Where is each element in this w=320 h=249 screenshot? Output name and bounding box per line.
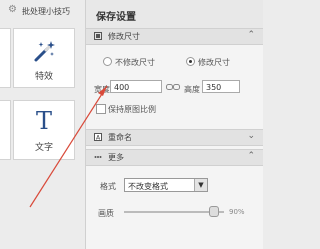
annotation-arrow	[29, 85, 108, 208]
